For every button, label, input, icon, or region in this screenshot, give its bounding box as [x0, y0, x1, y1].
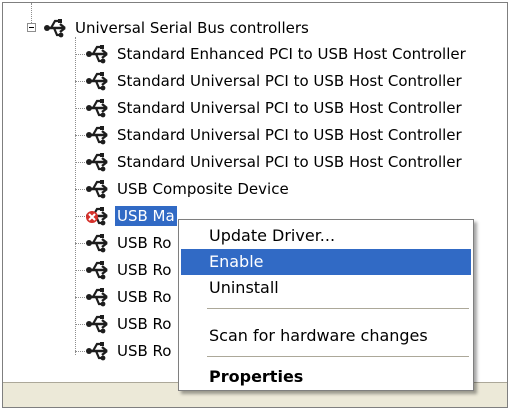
tree-connector [75, 81, 85, 82]
tree-connector [75, 54, 85, 55]
usb-disabled-icon [85, 205, 111, 227]
usb-icon [85, 124, 111, 146]
usb-icon [85, 70, 111, 92]
usb-icon [85, 97, 111, 119]
usb-icon [85, 259, 111, 281]
tree-connector [75, 243, 85, 244]
usb-controller-icon [43, 17, 69, 39]
device-node[interactable]: Standard Universal PCI to USB Host Contr… [85, 149, 464, 175]
device-node[interactable]: USB Ro [85, 257, 174, 283]
device-label: USB Ro [117, 288, 172, 306]
device-node[interactable]: USB Ro [85, 311, 174, 337]
device-label: Standard Universal PCI to USB Host Contr… [117, 99, 462, 117]
device-label: USB Ro [117, 342, 172, 360]
device-label: Standard Enhanced PCI to USB Host Contro… [117, 45, 466, 63]
tree-connector [75, 37, 76, 355]
context-menu: Update Driver... Enable Uninstall Scan f… [178, 219, 474, 391]
usb-icon [85, 151, 111, 173]
device-label: USB Ro [117, 234, 172, 252]
device-node[interactable]: USB Ro [85, 230, 174, 256]
tree-connector [75, 135, 85, 136]
device-label: USB Ro [117, 261, 172, 279]
device-label: USB Composite Device [117, 180, 289, 198]
device-label: Standard Universal PCI to USB Host Contr… [117, 126, 462, 144]
tree-connector [75, 270, 85, 271]
category-label: Universal Serial Bus controllers [75, 19, 309, 37]
collapse-toggle[interactable] [27, 23, 36, 32]
device-node[interactable]: USB Ro [85, 284, 174, 310]
usb-icon [85, 178, 111, 200]
tree-connector [75, 162, 85, 163]
menu-item-uninstall[interactable]: Uninstall [181, 275, 471, 301]
device-node[interactable]: Standard Universal PCI to USB Host Contr… [85, 95, 464, 121]
device-node[interactable]: Standard Universal PCI to USB Host Contr… [85, 68, 464, 94]
usb-icon [85, 232, 111, 254]
usb-icon [85, 43, 111, 65]
menu-item-enable[interactable]: Enable [181, 249, 471, 275]
device-label: USB Ro [117, 315, 172, 333]
usb-icon [85, 340, 111, 362]
tree-connector [75, 324, 85, 325]
device-label: Standard Universal PCI to USB Host Contr… [117, 72, 462, 90]
tree-connector [75, 297, 85, 298]
menu-separator [207, 356, 469, 357]
device-node[interactable]: Standard Universal PCI to USB Host Contr… [85, 122, 464, 148]
menu-item-update-driver[interactable]: Update Driver... [181, 223, 471, 249]
menu-item-properties[interactable]: Properties [181, 364, 471, 390]
device-node-selected[interactable]: USB Ma [85, 203, 177, 229]
device-label: Standard Universal PCI to USB Host Contr… [117, 153, 462, 171]
category-usb-controllers[interactable]: Universal Serial Bus controllers [43, 15, 311, 41]
device-node[interactable]: Standard Enhanced PCI to USB Host Contro… [85, 41, 468, 67]
tree-connector [75, 108, 85, 109]
menu-item-scan-hardware[interactable]: Scan for hardware changes [181, 323, 471, 349]
menu-separator [207, 308, 469, 309]
tree-connector [75, 216, 85, 217]
device-label: USB Ma [115, 206, 177, 226]
tree-connector [75, 189, 85, 190]
tree-connector [31, 3, 32, 23]
tree-connector [75, 351, 85, 352]
usb-icon [85, 313, 111, 335]
usb-icon [85, 286, 111, 308]
device-node[interactable]: USB Composite Device [85, 176, 291, 202]
device-node[interactable]: USB Ro [85, 338, 174, 364]
